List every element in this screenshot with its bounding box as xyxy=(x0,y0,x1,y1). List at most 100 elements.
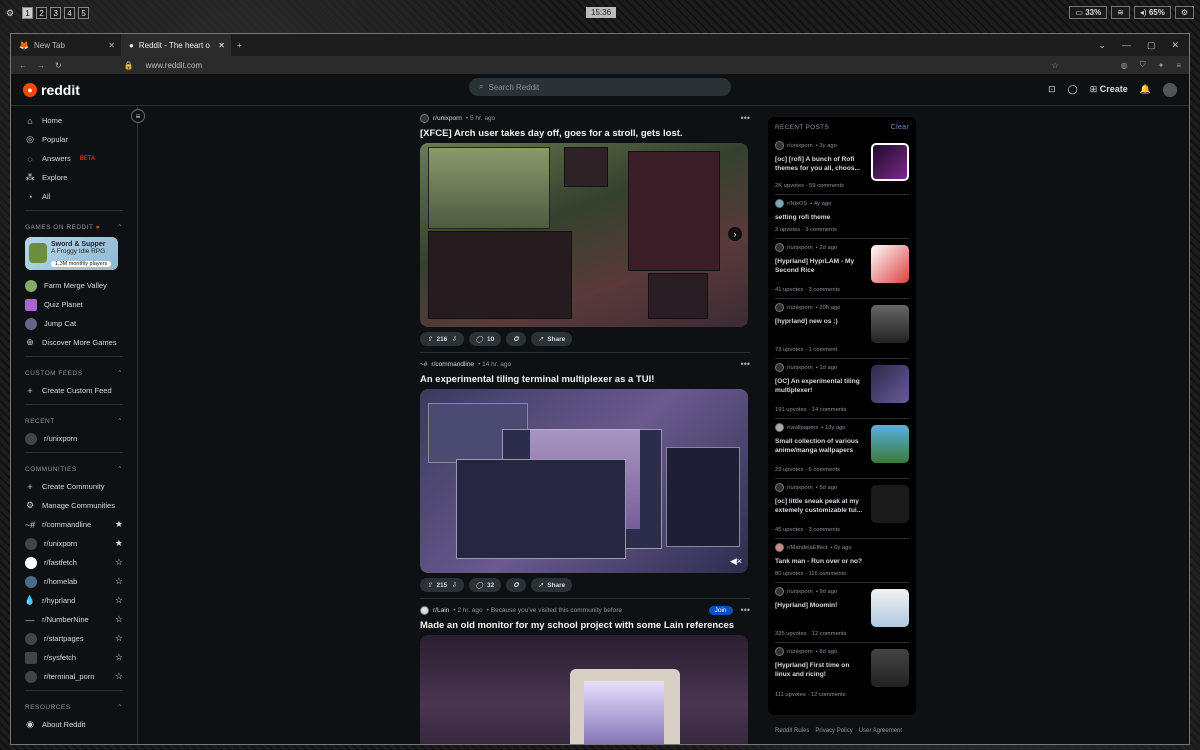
star-icon[interactable]: ☆ xyxy=(115,557,123,568)
chevron-down-icon[interactable]: ⌄ xyxy=(1098,40,1106,51)
new-tab-icon[interactable]: + xyxy=(237,41,242,50)
recent-post-item[interactable]: r/unixporn • 3y ago [oc] [rofi] A bunch of… xyxy=(775,137,909,195)
upvote-icon[interactable]: ⇧ xyxy=(427,581,432,589)
recent-post-item[interactable]: r/unixporn • 9d ago [Hyprland] Moomin! 335 … xyxy=(775,583,909,643)
sidebar-item-farm-merge-valley[interactable]: Farm Merge Valley xyxy=(25,276,123,295)
extension-icon[interactable]: ◍ xyxy=(1121,61,1128,70)
join-button[interactable]: Join xyxy=(708,605,733,615)
comments-button[interactable]: ◯ 32 xyxy=(468,578,502,592)
sidebar-item-hyprland[interactable]: 💧 r/hyprland ☆ xyxy=(24,591,123,610)
collapse-sidebar-icon[interactable]: ≡ xyxy=(131,109,145,123)
recent-post-item[interactable]: r/unixporn • 2d ago [Hyprland] HyprLAM - M… xyxy=(775,239,909,299)
workspace-5[interactable]: 5 xyxy=(78,7,90,19)
chat-icon[interactable]: ◯ xyxy=(1068,84,1078,95)
custom-feeds-header[interactable]: CUSTOM FEEDS ⌃ xyxy=(25,365,123,381)
create-custom-feed[interactable]: + Create Custom Feed xyxy=(25,381,123,400)
communities-header[interactable]: COMMUNITIES ⌃ xyxy=(25,461,123,477)
star-icon[interactable]: ☆ xyxy=(115,633,123,644)
create-button[interactable]: ⊞ Create xyxy=(1090,84,1128,95)
close-icon[interactable]: ✕ xyxy=(218,41,225,50)
sidebar-item-answers[interactable]: ◌ Answers BETA xyxy=(25,149,123,168)
post-title[interactable]: Made an old monitor for my school projec… xyxy=(420,620,750,631)
bell-icon[interactable]: 🔔 xyxy=(1140,84,1151,95)
star-icon[interactable]: ☆ xyxy=(115,671,123,682)
sidebar-item-numbernine[interactable]: — r/NumberNine ☆ xyxy=(25,610,124,629)
star-icon[interactable]: ☆ xyxy=(115,652,123,663)
recent-post-item[interactable]: r/unixporn • 20h ago [hyprland] new os :) 7… xyxy=(775,299,909,359)
recent-post-item[interactable]: r/unixporn • 5d ago [oc] little sneak peak… xyxy=(775,479,909,539)
settings-icon[interactable]: ⚙ xyxy=(1174,6,1194,19)
star-icon[interactable]: ☆ xyxy=(115,614,123,625)
more-options-icon[interactable]: ••• xyxy=(741,113,750,123)
reload-icon[interactable]: ↻ xyxy=(55,61,62,70)
workspace-2[interactable]: 2 xyxy=(36,7,48,19)
post-card[interactable]: r/Lain • 2 hr. ago • Because you've visite… xyxy=(420,599,750,744)
create-community[interactable]: + Create Community xyxy=(25,477,123,496)
sidebar-item-discover-games[interactable]: ⊕ Discover More Games xyxy=(25,333,123,352)
sidebar-item-fastfetch[interactable]: r/fastfetch ☆ xyxy=(25,553,123,572)
chevron-right-icon[interactable]: › xyxy=(728,227,742,241)
advertise-icon[interactable]: ⊡ xyxy=(1048,84,1056,95)
sidebar-item-terminal-porn[interactable]: r/terminal_porn ☆ xyxy=(25,667,123,686)
maximize-icon[interactable]: ▢ xyxy=(1147,40,1156,51)
post-title[interactable]: An experimental tiling terminal multiple… xyxy=(420,374,750,385)
shield-icon[interactable]: ⛉ xyxy=(1140,60,1146,70)
sidebar-item-jump-cat[interactable]: Jump Cat xyxy=(25,314,123,333)
close-icon[interactable]: ✕ xyxy=(108,41,115,50)
forward-icon[interactable]: → xyxy=(37,61,45,70)
sidebar-item-homelab[interactable]: r/homelab ☆ xyxy=(25,572,123,591)
minimize-icon[interactable]: — xyxy=(1122,40,1131,51)
recent-post-item[interactable]: r/unixporn • 1d ago [OC] An experimental t… xyxy=(775,359,909,419)
sidebar-item-sysfetch[interactable]: r/sysfetch ☆ xyxy=(25,648,123,667)
avatar[interactable] xyxy=(1163,82,1177,97)
puzzle-icon[interactable]: ✦ xyxy=(1158,61,1165,70)
workspace-1[interactable]: 1 xyxy=(22,7,34,19)
gear-icon[interactable]: ⚙ xyxy=(6,8,14,19)
about-reddit[interactable]: ◉ About Reddit xyxy=(25,715,123,734)
game-banner[interactable]: Sword & Supper A Froggy Idle RPG 1.3M mont… xyxy=(25,237,118,270)
footer-link-rules[interactable]: Reddit Rules xyxy=(775,728,809,734)
star-icon[interactable]: ★ xyxy=(115,519,123,530)
recent-post-item[interactable]: r/unixporn • 8d ago [Hyprland] First time … xyxy=(775,643,909,703)
vote-control[interactable]: ⇧ 216 ⇩ xyxy=(420,332,464,346)
vote-control[interactable]: ⇧ 215 ⇩ xyxy=(420,578,464,592)
sidebar-item-home[interactable]: ⌂ Home xyxy=(25,111,123,130)
sidebar-item-all[interactable]: ◔ All xyxy=(25,187,123,206)
star-icon[interactable]: ☆ xyxy=(115,576,123,587)
share-button[interactable]: ↗ Share xyxy=(530,332,573,346)
sidebar-item-startpages[interactable]: r/startpages ☆ xyxy=(25,629,123,648)
footer-link-privacy[interactable]: Privacy Policy xyxy=(815,728,852,734)
search-input[interactable]: ⌕ Search Reddit xyxy=(469,78,731,96)
award-button[interactable]: ✪ xyxy=(506,578,526,592)
sidebar-item-commandline[interactable]: ~# r/commandline ★ xyxy=(25,515,123,534)
upvote-icon[interactable]: ⇧ xyxy=(427,335,432,343)
resources-header[interactable]: RESOURCES ⌃ xyxy=(25,699,123,715)
recent-post-item[interactable]: r/MandelaEffect • 6y ago Tank man - Run ov… xyxy=(775,539,909,583)
url-input[interactable]: www.reddit.com xyxy=(146,61,1040,70)
comments-button[interactable]: ◯ 10 xyxy=(468,332,502,346)
menu-icon[interactable]: ≡ xyxy=(1176,61,1181,70)
sidebar-item-quiz-planet[interactable]: Quiz Planet xyxy=(25,295,123,314)
wifi-icon[interactable]: ≋ xyxy=(1111,6,1130,19)
sidebar-item-explore[interactable]: ⁂ Explore xyxy=(25,168,123,187)
bookmark-star-icon[interactable]: ☆ xyxy=(1051,61,1058,70)
workspace-4[interactable]: 4 xyxy=(64,7,76,19)
games-section-header[interactable]: GAMES ON REDDIT ● ⌃ xyxy=(25,219,123,235)
post-image[interactable]: ◀× xyxy=(420,389,748,573)
post-image[interactable] xyxy=(420,635,748,744)
workspace-3[interactable]: 3 xyxy=(50,7,62,19)
award-button[interactable]: ✪ xyxy=(506,332,526,346)
post-image[interactable]: › xyxy=(420,143,748,327)
mute-icon[interactable]: ◀× xyxy=(730,556,742,567)
sidebar-item-popular[interactable]: ◎ Popular xyxy=(25,130,123,149)
post-subreddit[interactable]: r/Lain xyxy=(433,607,449,614)
sidebar-item-recent-unixporn[interactable]: r/unixporn xyxy=(25,429,123,448)
star-icon[interactable]: ☆ xyxy=(115,595,123,606)
post-card[interactable]: r/unixporn • 5 hr. ago ••• [XFCE] Arch use… xyxy=(420,107,750,353)
recent-post-item[interactable]: r/wallpapers • 13y ago Small collection of… xyxy=(775,419,909,479)
back-icon[interactable]: ← xyxy=(19,61,27,70)
recent-header[interactable]: RECENT ⌃ xyxy=(25,413,123,429)
more-options-icon[interactable]: ••• xyxy=(741,359,750,369)
post-title[interactable]: [XFCE] Arch user takes day off, goes for… xyxy=(420,128,750,139)
manage-communities[interactable]: ⚙ Manage Communities xyxy=(25,496,123,515)
